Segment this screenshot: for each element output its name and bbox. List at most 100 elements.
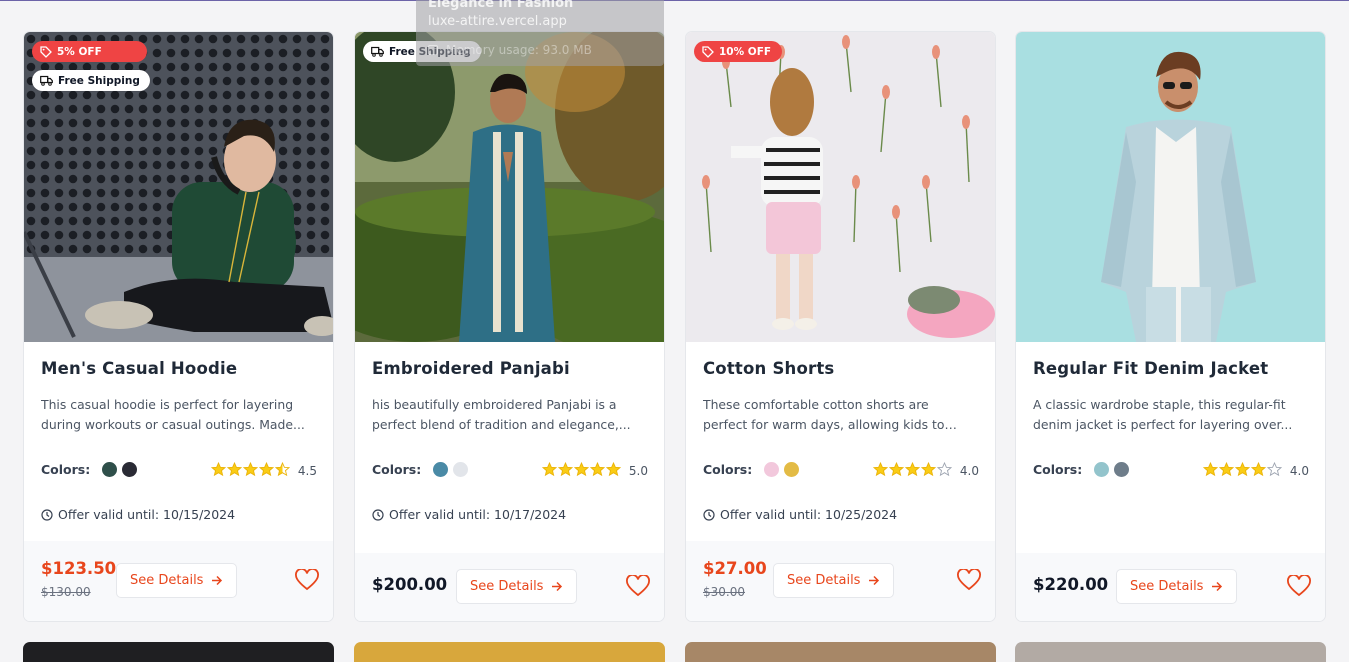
- colors-label: Colors:: [41, 462, 91, 477]
- price: $220.00: [1033, 575, 1109, 594]
- star-rating: 4.5: [210, 461, 317, 480]
- tooltip-title: Elegance in Fashion: [428, 0, 574, 10]
- star-rating: 4.0: [872, 461, 979, 480]
- discount-label: 5% OFF: [57, 45, 102, 58]
- see-details-label: See Details: [470, 579, 544, 594]
- colors-label: Colors:: [372, 462, 422, 477]
- old-price: $30.00: [703, 585, 745, 599]
- product-title[interactable]: Cotton Shorts: [703, 359, 834, 378]
- card-footer: $220.00 See Details: [1016, 553, 1325, 621]
- star-icon: [1234, 461, 1251, 477]
- color-options: Colors:: [703, 462, 800, 477]
- see-details-button[interactable]: See Details: [773, 563, 895, 598]
- product-image-next-row[interactable]: [354, 642, 665, 662]
- truck-icon: [40, 75, 53, 86]
- product-image-next-row[interactable]: [1015, 642, 1326, 662]
- price: $200.00: [372, 575, 448, 594]
- memory-icon: [428, 45, 438, 55]
- offer-validity: Offer valid until: 10/25/2024: [703, 507, 897, 522]
- stars: [872, 461, 953, 480]
- rating-value: 4.0: [959, 464, 979, 478]
- color-swatch[interactable]: [433, 462, 449, 477]
- star-icon: [936, 461, 953, 477]
- arrow-right-icon: [869, 575, 880, 586]
- heart-icon[interactable]: [626, 575, 650, 597]
- heart-icon[interactable]: [1287, 575, 1311, 597]
- shipping-label: Free Shipping: [58, 74, 140, 87]
- product-description: This casual hoodie is perfect for layeri…: [41, 397, 305, 432]
- old-price: $130.00: [41, 585, 91, 599]
- see-details-button[interactable]: See Details: [1116, 569, 1238, 604]
- see-details-label: See Details: [1130, 579, 1204, 594]
- stars: [541, 461, 622, 480]
- star-icon: [1266, 461, 1283, 477]
- offer-text: Offer valid until: 10/15/2024: [58, 507, 236, 522]
- color-swatch[interactable]: [1114, 462, 1130, 477]
- tag-icon: [40, 45, 52, 58]
- product-image[interactable]: [1016, 32, 1325, 342]
- product-description: his beautifully embroidered Panjabi is a…: [372, 397, 631, 432]
- rating-value: 4.5: [297, 464, 317, 478]
- card-footer: $123.50 $130.00 See Details: [24, 541, 333, 621]
- truck-icon: [371, 46, 384, 57]
- color-swatch[interactable]: [122, 462, 138, 477]
- top-border: [0, 0, 1349, 1]
- color-swatch[interactable]: [102, 462, 118, 477]
- card-footer: $200.00 See Details: [355, 553, 664, 621]
- product-card: 10% OFF Cotton Shorts These comfortable …: [685, 31, 996, 622]
- star-icon: [605, 461, 622, 477]
- arrow-right-icon: [552, 581, 563, 592]
- star-icon: [541, 461, 558, 477]
- heart-icon[interactable]: [295, 569, 319, 591]
- clock-icon: [703, 508, 715, 521]
- see-details-button[interactable]: See Details: [456, 569, 578, 604]
- star-icon: [274, 461, 291, 477]
- product-description: A classic wardrobe staple, this regular-…: [1033, 397, 1293, 432]
- color-swatch[interactable]: [453, 462, 469, 477]
- rating-value: 5.0: [628, 464, 648, 478]
- offer-validity: Offer valid until: 10/15/2024: [41, 507, 235, 522]
- discount-badge: 10% OFF: [694, 41, 782, 62]
- colors-label: Colors:: [703, 462, 753, 477]
- colors-label: Colors:: [1033, 462, 1083, 477]
- product-image-next-row[interactable]: [685, 642, 996, 662]
- product-description: These comfortable cotton shorts are perf…: [703, 397, 945, 432]
- product-title[interactable]: Embroidered Panjabi: [372, 359, 570, 378]
- star-icon: [210, 461, 227, 477]
- product-image-next-row[interactable]: [23, 642, 334, 662]
- color-swatch[interactable]: [784, 462, 800, 477]
- color-swatch[interactable]: [764, 462, 780, 477]
- heart-icon[interactable]: [957, 569, 981, 591]
- tab-preview-tooltip: Elegance in Fashion luxe-attire.vercel.a…: [416, 0, 664, 66]
- offer-validity: Offer valid until: 10/17/2024: [372, 507, 566, 522]
- see-details-label: See Details: [130, 573, 204, 588]
- color-swatch[interactable]: [1094, 462, 1110, 477]
- star-rating: 5.0: [541, 461, 648, 480]
- star-icon: [242, 461, 259, 477]
- star-icon: [888, 461, 905, 477]
- arrow-right-icon: [212, 575, 223, 586]
- offer-text: Offer valid until: 10/25/2024: [720, 507, 898, 522]
- discount-label: 10% OFF: [719, 45, 772, 58]
- product-title[interactable]: Regular Fit Denim Jacket: [1033, 359, 1268, 378]
- star-icon: [573, 461, 590, 477]
- tooltip-url: luxe-attire.vercel.app: [428, 14, 567, 29]
- arrow-right-icon: [1212, 581, 1223, 592]
- product-title[interactable]: Men's Casual Hoodie: [41, 359, 237, 378]
- star-icon: [589, 461, 606, 477]
- offer-text: Offer valid until: 10/17/2024: [389, 507, 567, 522]
- star-icon: [557, 461, 574, 477]
- price: $27.00: [703, 559, 767, 578]
- star-icon: [258, 461, 275, 477]
- memory-text: Memory usage: 93.0 MB: [446, 43, 592, 57]
- shipping-badge: Free Shipping: [32, 70, 150, 91]
- product-image[interactable]: [355, 32, 664, 342]
- product-card: Regular Fit Denim Jacket A classic wardr…: [1015, 31, 1326, 622]
- card-footer: $27.00 $30.00 See Details: [686, 541, 995, 621]
- color-options: Colors:: [372, 462, 469, 477]
- see-details-button[interactable]: See Details: [116, 563, 238, 598]
- product-image[interactable]: [686, 32, 995, 342]
- star-icon: [226, 461, 243, 477]
- tag-icon: [702, 45, 714, 58]
- stars: [1202, 461, 1283, 480]
